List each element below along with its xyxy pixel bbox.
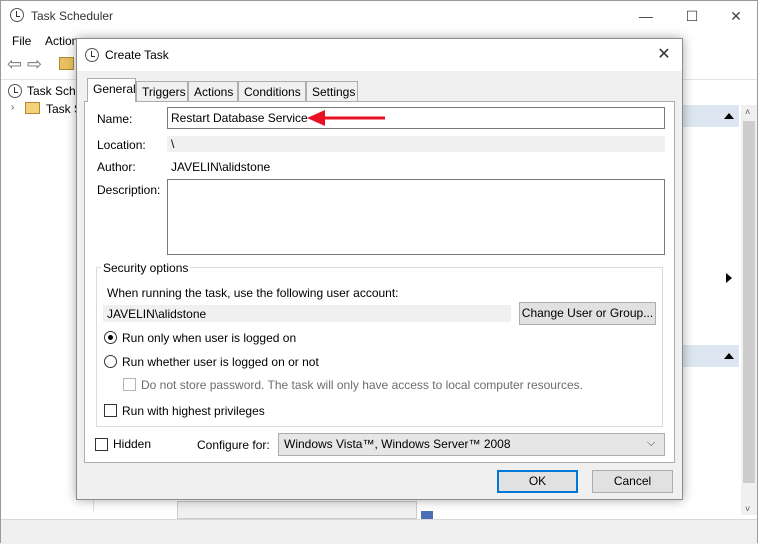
dialog-titlebar: Create Task ✕ xyxy=(77,39,682,71)
security-options-title: Security options xyxy=(101,261,191,275)
configure-for-select[interactable]: Windows Vista™, Windows Server™ 2008 xyxy=(278,433,665,456)
red-arrow-icon xyxy=(307,110,385,126)
tree-item-task-scheduler-local[interactable]: Task Sche xyxy=(27,84,82,98)
run-only-logged-on-radio[interactable] xyxy=(104,331,117,344)
library-folder-icon xyxy=(25,102,40,114)
close-button[interactable]: ✕ xyxy=(713,1,758,31)
location-label: Location: xyxy=(97,138,146,152)
cancel-button[interactable]: Cancel xyxy=(592,470,673,493)
tab-triggers[interactable]: Triggers xyxy=(136,81,188,101)
tab-actions[interactable]: Actions xyxy=(188,81,238,101)
scheduler-root-icon xyxy=(8,84,22,98)
user-account-value: JAVELIN\alidstone xyxy=(103,305,511,322)
back-arrow-icon[interactable]: ⇦ xyxy=(7,55,22,73)
tab-general[interactable]: General xyxy=(87,78,136,102)
actions-pane xyxy=(676,105,741,515)
horizontal-scrollbar[interactable] xyxy=(177,501,417,519)
minimize-button[interactable]: — xyxy=(623,1,669,31)
scroll-down-icon[interactable]: ˅ xyxy=(745,504,750,514)
tab-settings[interactable]: Settings xyxy=(306,81,358,101)
run-whether-logged-on-label[interactable]: Run whether user is logged on or not xyxy=(122,355,319,369)
description-label: Description: xyxy=(97,183,161,197)
tab-conditions[interactable]: Conditions xyxy=(238,81,306,101)
forward-arrow-icon[interactable]: ⇨ xyxy=(27,55,42,73)
do-not-store-password-checkbox[interactable] xyxy=(123,378,136,391)
author-value: JAVELIN\alidstone xyxy=(171,160,271,174)
create-task-clock-icon xyxy=(85,48,99,62)
name-label: Name: xyxy=(97,112,133,126)
run-highest-privileges-label[interactable]: Run with highest privileges xyxy=(122,404,265,418)
dialog-title: Create Task xyxy=(105,48,169,62)
ok-button[interactable]: OK xyxy=(497,470,578,493)
run-highest-privileges-checkbox[interactable] xyxy=(104,404,117,417)
do-not-store-password-label: Do not store password. The task will onl… xyxy=(141,378,583,392)
account-prompt-label: When running the task, use the following… xyxy=(107,286,399,300)
submenu-arrow-icon[interactable] xyxy=(726,273,732,283)
location-value: \ xyxy=(167,136,665,152)
main-titlebar: Task Scheduler — ☐ ✕ xyxy=(1,1,757,31)
dialog-close-button[interactable]: ✕ xyxy=(652,43,676,67)
configure-for-label: Configure for: xyxy=(197,438,270,452)
collapse-up-icon-2[interactable] xyxy=(724,353,734,359)
folder-icon[interactable] xyxy=(59,57,74,70)
scrollbar-thumb[interactable] xyxy=(743,121,755,483)
hidden-label[interactable]: Hidden xyxy=(113,437,151,451)
run-whether-logged-on-radio[interactable] xyxy=(104,355,117,368)
main-window-title: Task Scheduler xyxy=(31,9,114,23)
hidden-checkbox[interactable] xyxy=(95,438,108,451)
author-label: Author: xyxy=(97,160,136,174)
help-icon[interactable] xyxy=(421,511,433,519)
scroll-up-icon[interactable]: ˄ xyxy=(745,107,750,117)
expand-chevron-icon[interactable]: › xyxy=(11,102,14,113)
task-scheduler-clock-icon xyxy=(10,8,24,22)
change-user-or-group-button[interactable]: Change User or Group... xyxy=(519,302,656,325)
run-only-logged-on-label[interactable]: Run only when user is logged on xyxy=(122,331,296,345)
menu-file[interactable]: File xyxy=(12,34,31,48)
collapse-up-icon[interactable] xyxy=(724,113,734,119)
create-task-dialog: Create Task ✕ General Triggers Actions C… xyxy=(76,38,683,500)
description-input[interactable] xyxy=(167,179,665,255)
status-bar xyxy=(1,519,757,544)
maximize-button[interactable]: ☐ xyxy=(669,1,715,31)
chevron-down-icon[interactable]: ⌵ xyxy=(647,437,655,450)
name-input[interactable]: Restart Database Service xyxy=(167,107,665,129)
menu-action[interactable]: Action xyxy=(45,34,78,48)
